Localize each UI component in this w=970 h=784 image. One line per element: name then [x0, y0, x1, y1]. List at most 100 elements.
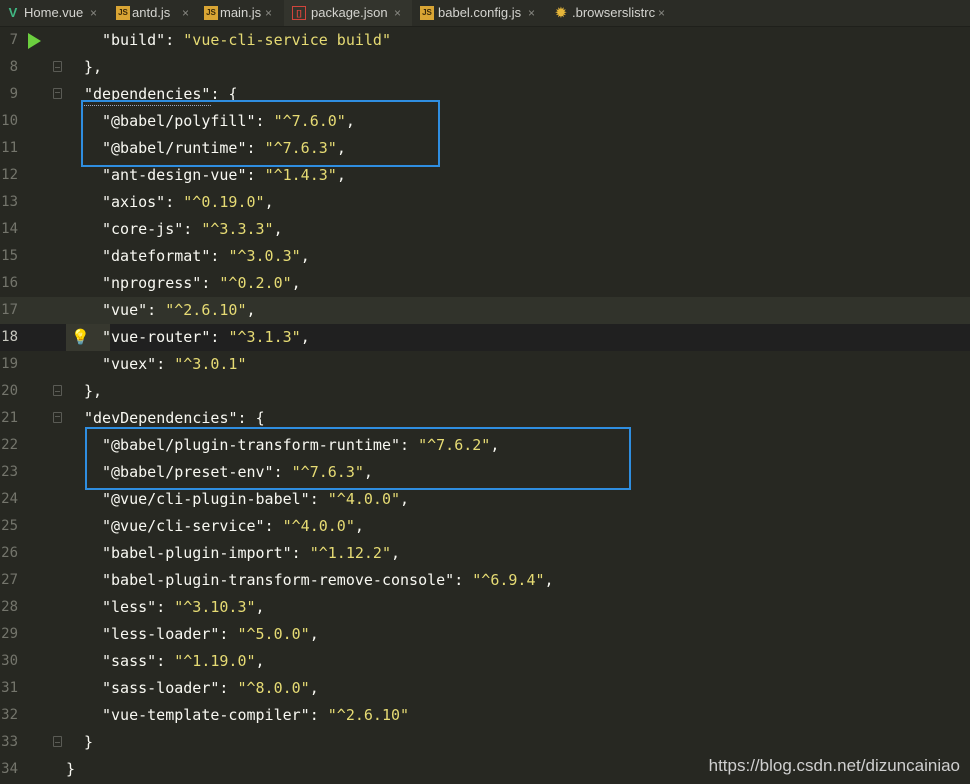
line-number: 30 — [1, 653, 18, 669]
highlight-box-dev-dependencies — [85, 427, 631, 490]
line-number: 17 — [1, 302, 18, 318]
close-icon[interactable]: × — [90, 0, 97, 26]
tab-main-js[interactable]: JS main.js × — [198, 0, 280, 26]
js-icon: JS — [420, 6, 434, 20]
colon: : — [219, 679, 238, 697]
json-value: "^4.0.0" — [327, 490, 401, 508]
json-key: "less-loader" — [102, 625, 220, 643]
colon: : — [246, 166, 265, 184]
code-line[interactable]: 17 "vue": "^2.6.10", — [0, 297, 970, 324]
tab-browserslistrc[interactable]: ✹ .browserslistrc × — [548, 0, 678, 26]
json-key: "vue-template-compiler" — [102, 706, 310, 724]
colon: : — [210, 328, 229, 346]
json-value: "^0.19.0" — [183, 193, 265, 211]
close-icon[interactable]: × — [658, 0, 665, 26]
line-number: 29 — [1, 626, 18, 642]
line-number: 15 — [1, 248, 18, 264]
code-line[interactable]: 14 "core-js": "^3.3.3", — [0, 216, 970, 243]
vue-icon: V — [8, 5, 18, 20]
json-key: "@vue/cli-plugin-babel" — [102, 490, 310, 508]
close-icon[interactable]: × — [528, 0, 535, 26]
code-line[interactable]: 13 "axios": "^0.19.0", — [0, 189, 970, 216]
brace: } — [66, 760, 76, 778]
code-text: "vue-router": "^3.1.3", — [102, 324, 310, 351]
code-text: "core-js": "^3.3.3", — [102, 216, 283, 243]
json-key: "vuex" — [102, 355, 157, 373]
tab-label: Home.vue — [24, 5, 84, 20]
json-key: "babel-plugin-import" — [102, 544, 292, 562]
comma: , — [255, 652, 265, 670]
colon: : — [201, 274, 220, 292]
code-line[interactable]: 27 "babel-plugin-transform-remove-console… — [0, 567, 970, 594]
brace: { — [255, 409, 265, 427]
code-text: } — [84, 729, 93, 756]
tab-Home-vue[interactable]: V Home.vue × — [0, 0, 108, 26]
line-number: 23 — [1, 464, 18, 480]
json-value: "^3.0.3" — [228, 247, 301, 265]
json-value: "^5.0.0" — [237, 625, 310, 643]
json-value: "^3.0.1" — [174, 355, 247, 373]
line-number: 33 — [1, 734, 18, 750]
json-key: "ant-design-vue" — [102, 166, 247, 184]
code-line[interactable]: 16 "nprogress": "^0.2.0", — [0, 270, 970, 297]
json-key: "sass" — [102, 652, 157, 670]
line-number: 14 — [1, 221, 18, 237]
code-line[interactable]: 31 "sass-loader": "^8.0.0", — [0, 675, 970, 702]
tab-package-json[interactable]: [] package.json × — [284, 0, 412, 26]
code-text: "less": "^3.10.3", — [102, 594, 265, 621]
fold-icon[interactable] — [53, 88, 62, 99]
code-line[interactable]: 15 "dateformat": "^3.0.3", — [0, 243, 970, 270]
comma: , — [309, 679, 319, 697]
fold-icon[interactable] — [53, 412, 62, 423]
colon: : — [309, 490, 328, 508]
tab-label: .browserslistrc — [572, 5, 656, 20]
line-number: 11 — [1, 140, 18, 156]
fold-icon[interactable] — [53, 736, 62, 747]
line-number: 19 — [1, 356, 18, 372]
tab-label: babel.config.js — [438, 5, 522, 20]
comma: , — [336, 166, 346, 184]
code-line[interactable]: 33} — [0, 729, 970, 756]
code-line[interactable]: 20}, — [0, 378, 970, 405]
code-line[interactable]: 8}, — [0, 54, 970, 81]
code-text: "@vue/cli-plugin-babel": "^4.0.0", — [102, 486, 409, 513]
code-line[interactable]: 30 "sass": "^1.19.0", — [0, 648, 970, 675]
close-icon[interactable]: × — [265, 0, 272, 26]
fold-icon[interactable] — [53, 385, 62, 396]
line-number: 21 — [1, 410, 18, 426]
comma: , — [391, 544, 401, 562]
code-line[interactable]: 32 "vue-template-compiler": "^2.6.10" — [0, 702, 970, 729]
run-icon[interactable] — [28, 33, 41, 49]
code-line[interactable]: 7 "build": "vue-cli-service build" — [0, 27, 970, 54]
code-line[interactable]: 26 "babel-plugin-import": "^1.12.2", — [0, 540, 970, 567]
json-key: "nprogress" — [102, 274, 202, 292]
json-key: "vue" — [102, 301, 148, 319]
tab-babel-config-js[interactable]: JS babel.config.js × — [416, 0, 546, 26]
code-line[interactable]: 18 💡 "vue-router": "^3.1.3", — [0, 324, 970, 351]
gear-icon: ✹ — [555, 5, 567, 20]
tab-antd-js[interactable]: JS antd.js × — [110, 0, 198, 26]
code-line[interactable]: 24 "@vue/cli-plugin-babel": "^4.0.0", — [0, 486, 970, 513]
code-line[interactable]: 29 "less-loader": "^5.0.0", — [0, 621, 970, 648]
code-text: "dateformat": "^3.0.3", — [102, 243, 310, 270]
close-icon[interactable]: × — [182, 0, 189, 26]
code-line[interactable]: 28 "less": "^3.10.3", — [0, 594, 970, 621]
line-number: 8 — [9, 59, 18, 75]
code-line[interactable]: 19 "vuex": "^3.0.1" — [0, 351, 970, 378]
code-text: "axios": "^0.19.0", — [102, 189, 274, 216]
json-key: "vue-router" — [102, 328, 211, 346]
fold-icon[interactable] — [53, 61, 62, 72]
code-line[interactable]: 25 "@vue/cli-service": "^4.0.0", — [0, 513, 970, 540]
json-value: "^8.0.0" — [237, 679, 310, 697]
json-value: "^1.19.0" — [174, 652, 256, 670]
colon: : — [156, 598, 175, 616]
json-key: "axios" — [102, 193, 166, 211]
line-number: 18 — [1, 329, 18, 345]
colon: : — [183, 220, 202, 238]
colon: : — [309, 706, 328, 724]
close-icon[interactable]: × — [394, 0, 401, 26]
code-editor[interactable]: 34} 33} 32 "vue-template-compiler": "^2.6.1… — [0, 27, 970, 784]
watermark: https://blog.csdn.net/dizuncainiao — [708, 756, 960, 775]
line-number: 7 — [9, 32, 18, 48]
json-value: "^4.0.0" — [282, 517, 355, 535]
